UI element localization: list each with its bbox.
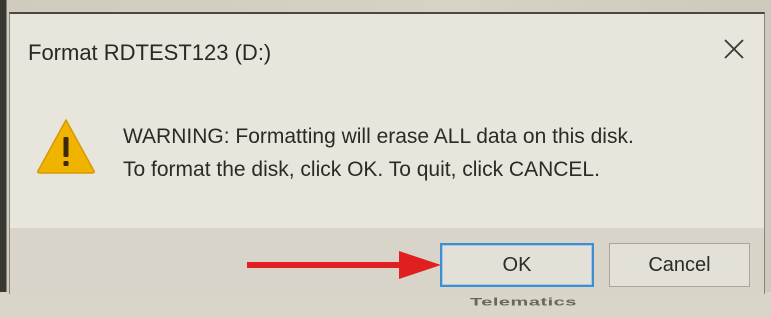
close-icon bbox=[724, 39, 744, 59]
ok-button[interactable]: OK bbox=[440, 243, 594, 287]
warning-message: WARNING: Formatting will erase ALL data … bbox=[123, 120, 634, 186]
red-arrow-icon bbox=[247, 251, 441, 279]
warning-message-line-1: WARNING: Formatting will erase ALL data … bbox=[123, 125, 634, 148]
warning-triangle-icon bbox=[37, 119, 95, 174]
cancel-button[interactable]: Cancel bbox=[609, 243, 750, 287]
close-button[interactable] bbox=[704, 14, 764, 84]
background-window-text: Telematics bbox=[470, 296, 577, 309]
title-bar: Format RDTEST123 (D:) bbox=[10, 14, 764, 88]
background-window-strip bbox=[0, 292, 771, 318]
warning-message-line-2: To format the disk, click OK. To quit, c… bbox=[123, 158, 600, 181]
dialog-title: Format RDTEST123 (D:) bbox=[28, 40, 272, 65]
